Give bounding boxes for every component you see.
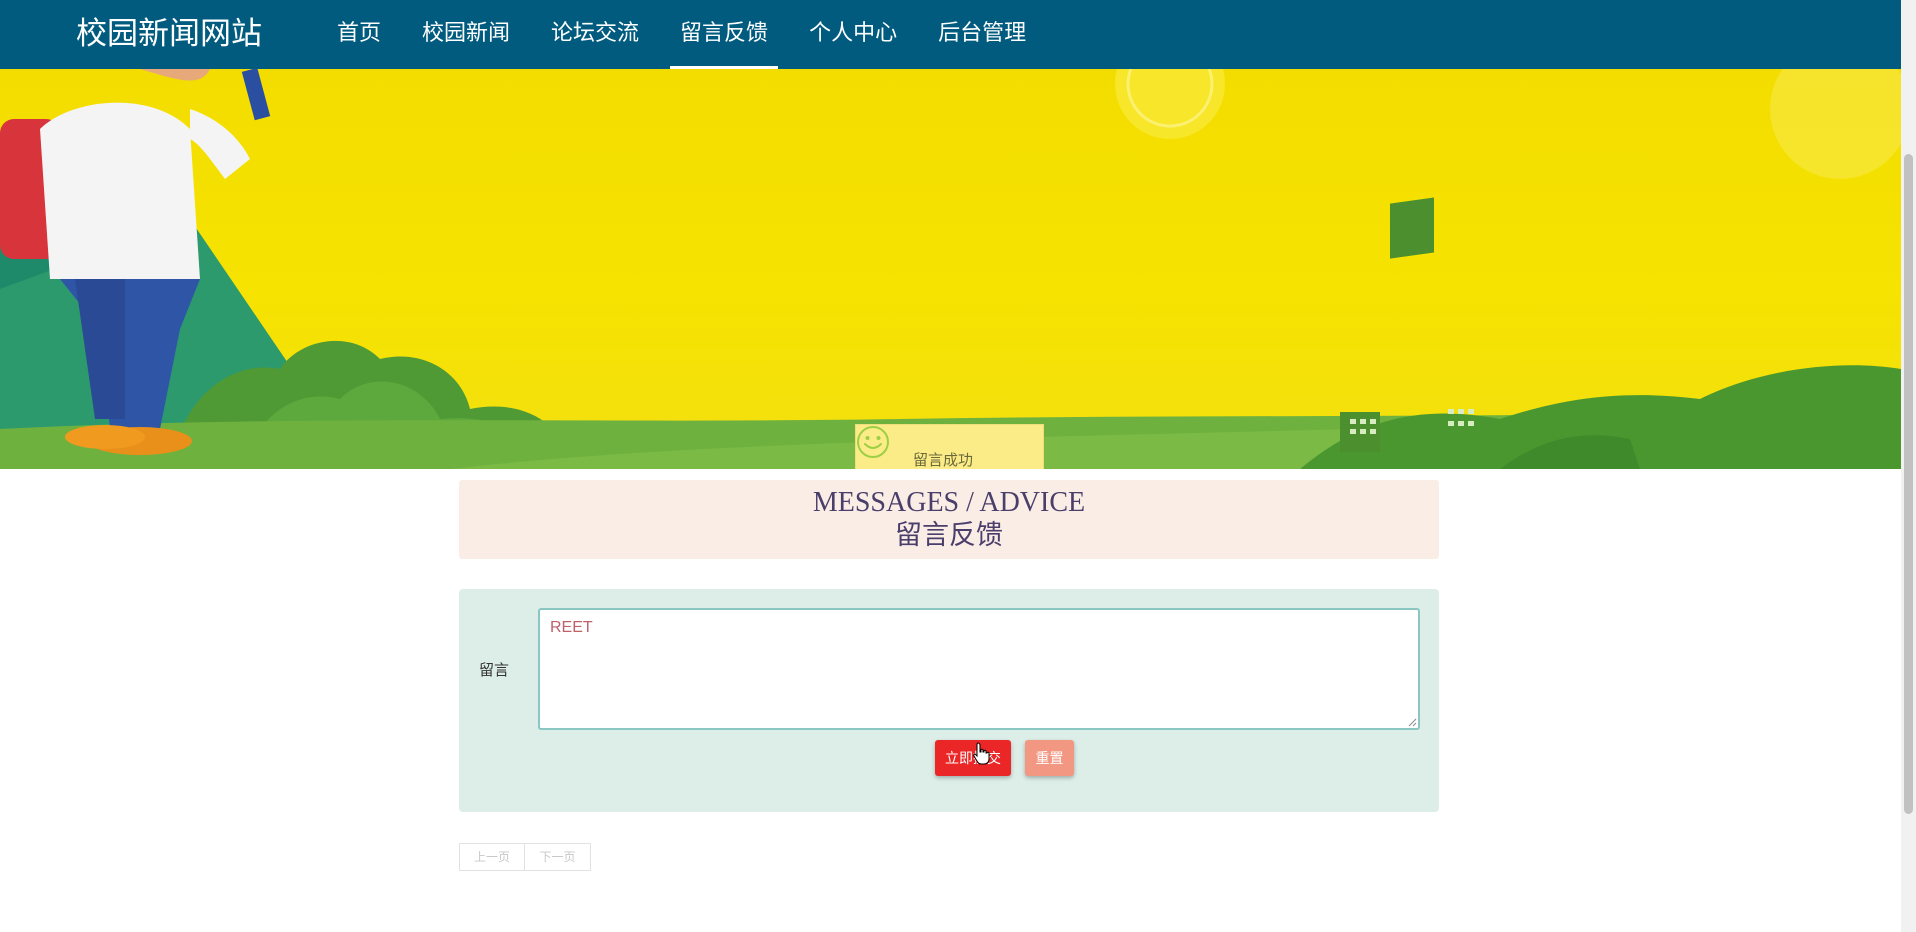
message-textarea[interactable]: REET xyxy=(538,608,1420,730)
page-scrollbar[interactable] xyxy=(1901,0,1916,932)
reset-button[interactable]: 重置 xyxy=(1025,740,1074,776)
banner-illustration xyxy=(0,69,1901,469)
nav-campus-news[interactable]: 校园新闻 xyxy=(412,0,520,69)
smile-icon xyxy=(857,426,889,458)
nav-forum[interactable]: 论坛交流 xyxy=(541,0,649,69)
resize-handle-icon[interactable] xyxy=(1408,718,1417,727)
success-toast: 留言成功 xyxy=(855,424,1044,469)
main-nav: 首页 校园新闻 论坛交流 留言反馈 个人中心 后台管理 xyxy=(327,0,1057,69)
message-label: 留言 xyxy=(479,661,510,679)
top-navbar: 校园新闻网站 首页 校园新闻 论坛交流 留言反馈 个人中心 后台管理 xyxy=(0,0,1901,69)
nav-profile[interactable]: 个人中心 xyxy=(799,0,907,69)
section-title-cn: 留言反馈 xyxy=(895,520,1003,551)
prev-page-button[interactable]: 上一页 xyxy=(459,843,525,871)
section-header: MESSAGES / ADVICE 留言反馈 xyxy=(459,480,1439,559)
message-form: 留言 REET 立即提交 重置 xyxy=(459,589,1439,812)
next-page-button[interactable]: 下一页 xyxy=(525,843,591,871)
section-title-en: MESSAGES / ADVICE xyxy=(812,487,1086,518)
nav-home[interactable]: 首页 xyxy=(327,0,391,69)
toast-message: 留言成功 xyxy=(913,451,974,469)
hand-cursor-icon xyxy=(973,742,990,765)
nav-feedback[interactable]: 留言反馈 xyxy=(670,0,779,69)
site-title[interactable]: 校园新闻网站 xyxy=(76,14,262,54)
pagination: 上一页 下一页 xyxy=(459,843,591,871)
banner-carousel: 留言成功 xyxy=(0,69,1901,469)
nav-admin[interactable]: 后台管理 xyxy=(928,0,1036,69)
scrollbar-thumb[interactable] xyxy=(1904,154,1913,814)
